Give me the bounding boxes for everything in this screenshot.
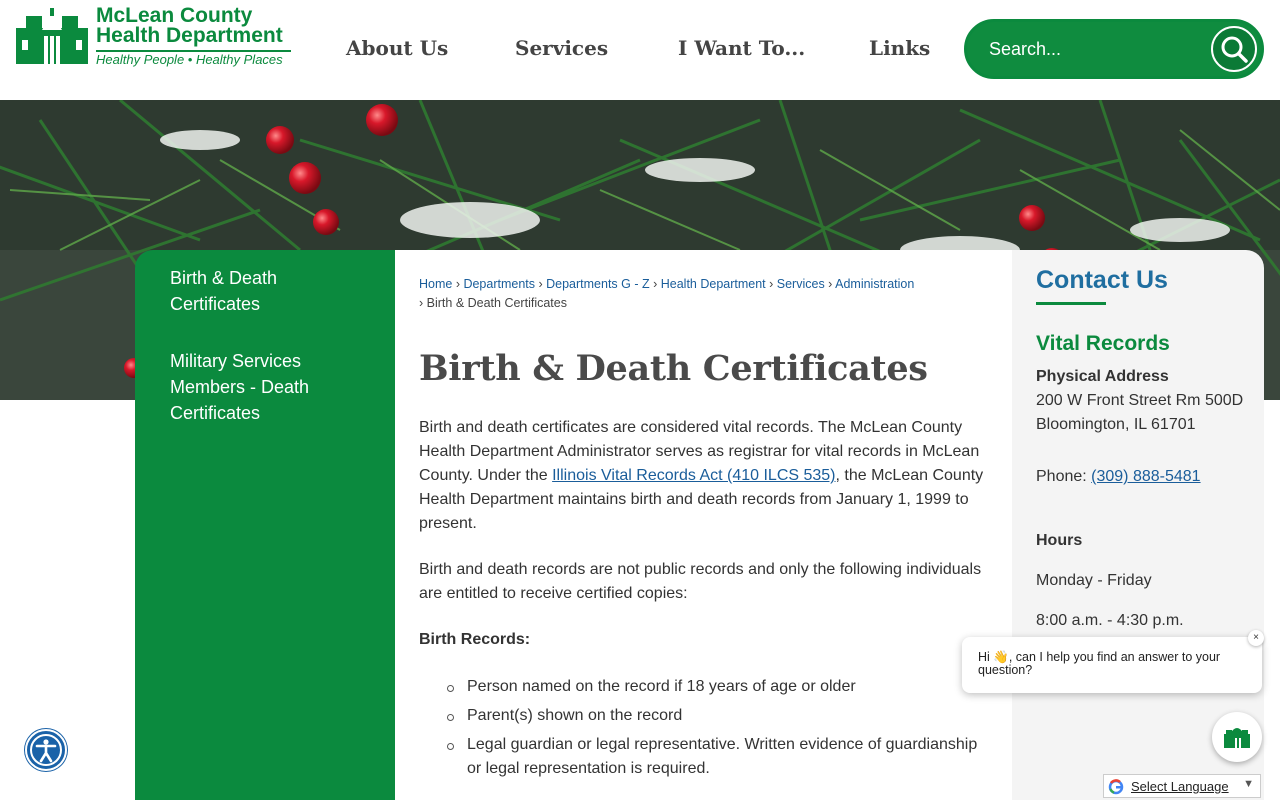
site-header: McLean County Health Department Healthy …: [0, 0, 1280, 100]
search-box: [964, 19, 1264, 79]
search-icon: [1221, 36, 1248, 63]
courthouse-logo-icon: [16, 8, 88, 64]
nav-about-us[interactable]: About Us: [346, 36, 448, 68]
eligibility-paragraph: Birth and death records are not public r…: [419, 561, 982, 602]
breadcrumb-administration[interactable]: Administration: [835, 277, 914, 291]
breadcrumb: Home › Departments › Departments G - Z ›…: [419, 277, 915, 310]
chat-prompt-bubble[interactable]: Hi 👋, can I help you find an answer to y…: [962, 630, 1264, 693]
address-line1: 200 W Front Street Rm 500D: [1036, 392, 1244, 409]
address-label: Physical Address: [1036, 368, 1169, 385]
google-g-icon: [1108, 779, 1124, 795]
list-item: Person named on the record if 18 years o…: [443, 675, 983, 699]
contact-title: Contact Us: [1036, 266, 1168, 294]
phone-label: Phone:: [1036, 468, 1092, 485]
site-logo[interactable]: McLean County Health Department Healthy …: [16, 4, 296, 68]
breadcrumb-health-department[interactable]: Health Department: [661, 277, 766, 291]
breadcrumb-home[interactable]: Home: [419, 277, 452, 291]
contact-subtitle: Vital Records: [1036, 332, 1170, 355]
nav-i-want-to[interactable]: I Want To...: [678, 36, 805, 68]
courthouse-chat-icon: [1224, 728, 1250, 748]
dropdown-arrow-icon: ▼: [1243, 778, 1254, 790]
hours-time: 8:00 a.m. - 4:30 p.m.: [1036, 612, 1184, 629]
sidebar-item-military-death[interactable]: Military Services Members - Death Certif…: [170, 348, 370, 426]
breadcrumb-current: Birth & Death Certificates: [426, 296, 567, 310]
chat-close-button[interactable]: ×: [1248, 630, 1264, 646]
phone-row: Phone: (309) 888-5481: [1036, 465, 1201, 489]
breadcrumb-departments-g-z[interactable]: Departments G - Z: [546, 277, 650, 291]
search-input[interactable]: [989, 34, 1209, 64]
vital-records-act-link[interactable]: Illinois Vital Records Act (410 ILCS 535…: [552, 467, 835, 484]
address-line2: Bloomington, IL 61701: [1036, 416, 1196, 433]
search-button[interactable]: [1211, 26, 1257, 72]
sidebar-item-birth-death[interactable]: Birth & Death Certificates: [170, 265, 370, 317]
hours-days: Monday - Friday: [1036, 572, 1152, 589]
list-item: Legal guardian or legal representative. …: [443, 733, 983, 781]
intro-paragraph: Birth and death certificates are conside…: [419, 416, 989, 536]
chat-launcher-button[interactable]: [1212, 712, 1262, 762]
main-content: Home › Departments › Departments G - Z ›…: [395, 250, 1012, 800]
page-title: Birth & Death Certificates: [419, 348, 928, 389]
logo-title: McLean County Health Department: [96, 4, 283, 47]
accessibility-icon: [30, 734, 62, 766]
logo-line1: McLean County: [96, 4, 253, 27]
accessibility-button[interactable]: [25, 729, 67, 771]
birth-records-heading: Birth Records:: [419, 631, 531, 648]
list-item: Parent(s) shown on the record: [443, 704, 983, 728]
google-translate-widget[interactable]: Select Language ▼: [1103, 774, 1261, 798]
nav-links[interactable]: Links: [869, 36, 930, 68]
breadcrumb-services[interactable]: Services: [777, 277, 825, 291]
select-language-label: Select Language: [1131, 779, 1229, 794]
chat-message: Hi 👋, can I help you find an answer to y…: [978, 650, 1221, 677]
logo-tagline: Healthy People • Healthy Places: [96, 52, 283, 67]
hours-label: Hours: [1036, 532, 1083, 549]
contact-title-underline: [1036, 302, 1106, 305]
phone-link[interactable]: (309) 888-5481: [1091, 468, 1200, 485]
breadcrumb-departments[interactable]: Departments: [463, 277, 535, 291]
birth-records-list: Person named on the record if 18 years o…: [443, 675, 983, 786]
nav-services[interactable]: Services: [515, 36, 608, 68]
section-sidebar: Birth & Death Certificates Military Serv…: [135, 250, 395, 800]
logo-line2: Health Department: [96, 24, 283, 47]
